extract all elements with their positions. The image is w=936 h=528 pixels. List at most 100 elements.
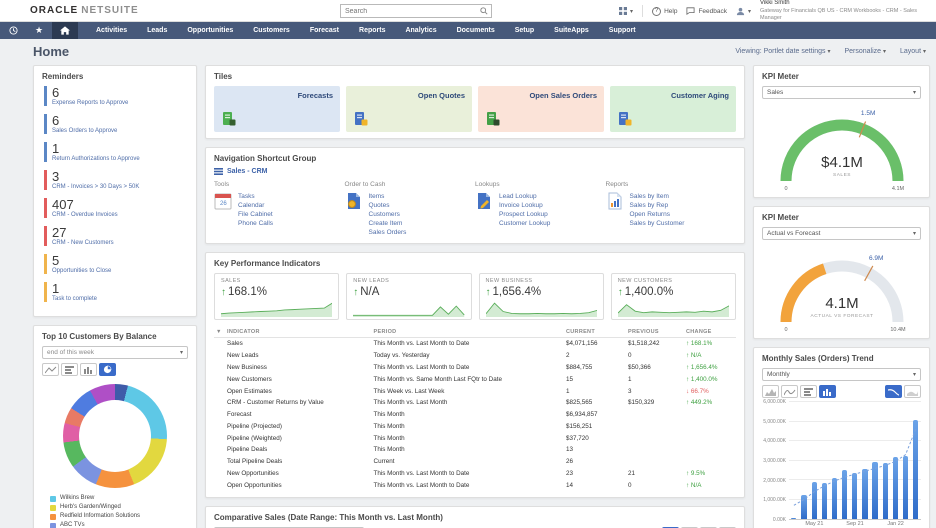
kpi-period-link[interactable]: This Month vs. Last Month to Date	[372, 362, 564, 374]
tile-forecasts[interactable]: Forecasts	[214, 86, 340, 132]
kpi-period-link[interactable]: Current	[372, 456, 564, 468]
nav-item-documents[interactable]: Documents	[447, 27, 505, 34]
tile-open-sales-orders[interactable]: Open Sales Orders	[478, 86, 604, 132]
feedback-button[interactable]: Feedback	[686, 7, 727, 15]
kpi-period-link[interactable]: This Month	[372, 444, 564, 456]
shortcut-link-quotes[interactable]: Quotes	[369, 201, 407, 210]
portlet-date-settings-dropdown[interactable]: Viewing: Portlet date settings ▾	[735, 48, 830, 55]
user-menu-button[interactable]: ▾	[736, 7, 751, 16]
kpi-meter-select[interactable]: Sales▾	[762, 86, 921, 99]
shortcut-link-create-item[interactable]: Create Item	[369, 219, 407, 228]
nav-item-opportunities[interactable]: Opportunities	[177, 27, 243, 34]
shortcut-link-file-cabinet[interactable]: File Cabinet	[238, 210, 273, 219]
chart-type-hbar-button[interactable]	[61, 363, 78, 376]
nav-item-forecast[interactable]: Forecast	[300, 27, 349, 34]
chart-type-pie-button[interactable]	[99, 363, 116, 376]
shortcut-link-prospect-lookup[interactable]: Prospect Lookup	[499, 210, 550, 219]
roles-menu-button[interactable]: ▾	[619, 7, 633, 15]
kpi-card-new-leads[interactable]: NEW LEADS↑N/A	[346, 273, 471, 320]
shortcut-link-invoice-lookup[interactable]: Invoice Lookup	[499, 201, 550, 210]
trend-line-toggle[interactable]	[885, 385, 902, 398]
balance-donut-chart[interactable]	[63, 384, 167, 488]
nav-item-suiteapps[interactable]: SuiteApps	[544, 27, 599, 34]
reminder-item[interactable]: 6Expense Reports to Approve	[44, 86, 188, 106]
search-input[interactable]	[341, 8, 480, 15]
kpi-period-link[interactable]: This Month vs. Same Month Last FQtr to D…	[372, 373, 564, 385]
reminder-item[interactable]: 407CRM - Overdue Invoices	[44, 198, 188, 218]
recent-records-button[interactable]	[0, 22, 26, 39]
home-button[interactable]	[52, 22, 78, 39]
kpi-card-new-business[interactable]: NEW BUSINESS↑1,656.4%	[479, 273, 604, 320]
kpi-meter-select[interactable]: Actual vs Forecast▾	[762, 227, 921, 240]
top10-balance-date-select[interactable]: end of this week▾	[42, 346, 188, 359]
reminder-link[interactable]: Sales Orders to Approve	[52, 128, 188, 134]
kpi-period-link[interactable]: This Week vs. Last Week	[372, 385, 564, 397]
kpi-period-link[interactable]: This Month vs. Last Month to Date	[372, 479, 564, 491]
shortcut-link-sales-by-rep[interactable]: Sales by Rep	[630, 201, 685, 210]
chart-type-vbar-button[interactable]	[80, 363, 97, 376]
reminder-item[interactable]: 3CRM - Invoices > 30 Days > 50K	[44, 170, 188, 190]
kpi-period-link[interactable]: This Month vs. Last Month to Date	[372, 338, 564, 350]
kpi-card-sales[interactable]: SALES↑168.1%	[214, 273, 339, 320]
trend-area-toggle[interactable]	[904, 385, 921, 398]
reminder-link[interactable]: CRM - Invoices > 30 Days > 50K	[52, 184, 188, 190]
nav-item-analytics[interactable]: Analytics	[395, 27, 446, 34]
monthly-period-select[interactable]: Monthly▾	[762, 368, 921, 381]
kpi-period-link[interactable]: This Month vs. Last Month	[372, 397, 564, 409]
kpi-period-link[interactable]: This Month	[372, 420, 564, 432]
reminder-link[interactable]: Expense Reports to Approve	[52, 100, 188, 106]
layout-dropdown[interactable]: Layout ▾	[900, 48, 926, 55]
shortcut-link-sales-orders[interactable]: Sales Orders	[369, 228, 407, 237]
legend-item[interactable]: ABC TVs	[50, 521, 188, 528]
reminder-item[interactable]: 27CRM - New Customers	[44, 226, 188, 246]
nav-item-setup[interactable]: Setup	[505, 27, 544, 34]
legend-item[interactable]: Redfield Information Solutions	[50, 512, 188, 521]
kpi-period-link[interactable]: This Month	[372, 432, 564, 444]
kpi-card-new-customers[interactable]: NEW CUSTOMERS↑1,400.0%	[611, 273, 736, 320]
chart-type-line-button[interactable]	[781, 385, 798, 398]
legend-item[interactable]: Herb's Garden/Winged	[50, 503, 188, 512]
shortcut-link-sales-by-item[interactable]: Sales by Item	[630, 192, 685, 201]
nav-item-activities[interactable]: Activities	[86, 27, 137, 34]
kpi-period-link[interactable]: This Month	[372, 409, 564, 421]
filter-caret-icon[interactable]: ▼	[214, 327, 225, 338]
nav-item-customers[interactable]: Customers	[243, 27, 300, 34]
shortcut-link-items[interactable]: Items	[369, 192, 407, 201]
shortcut-link-open-returns[interactable]: Open Returns	[630, 210, 685, 219]
reminder-link[interactable]: CRM - New Customers	[52, 240, 188, 246]
chart-type-vbar-button[interactable]	[819, 385, 836, 398]
shortcut-link-lead-lookup[interactable]: Lead Lookup	[499, 192, 550, 201]
chart-type-hbar-button[interactable]	[800, 385, 817, 398]
legend-item[interactable]: Wilkins Brew	[50, 494, 188, 503]
nav-item-reports[interactable]: Reports	[349, 27, 395, 34]
tile-customer-aging[interactable]: Customer Aging	[610, 86, 736, 132]
nav-item-leads[interactable]: Leads	[137, 27, 177, 34]
shortcut-link-phone-calls[interactable]: Phone Calls	[238, 219, 273, 228]
user-info[interactable]: Vikki Smith Gateway for Financials QB US…	[760, 0, 930, 21]
chart-type-line-button[interactable]	[42, 363, 59, 376]
shortcut-link-customers[interactable]: Customers	[369, 210, 407, 219]
shortcut-link-calendar[interactable]: Calendar	[238, 201, 273, 210]
reminder-item[interactable]: 1Return Authorizations to Approve	[44, 142, 188, 162]
chart-type-area-button[interactable]	[762, 385, 779, 398]
reminder-item[interactable]: 6Sales Orders to Approve	[44, 114, 188, 134]
reminder-link[interactable]: Opportunities to Close	[52, 268, 188, 274]
tile-open-quotes[interactable]: Open Quotes	[346, 86, 472, 132]
reminder-item[interactable]: 5Opportunities to Close	[44, 254, 188, 274]
search-icon[interactable]	[480, 7, 491, 15]
reminder-link[interactable]: Task to complete	[52, 296, 188, 302]
personalize-dropdown[interactable]: Personalize ▾	[844, 48, 886, 55]
global-search[interactable]	[340, 4, 492, 18]
kpi-period-link[interactable]: This Month vs. Last Month to Date	[372, 468, 564, 480]
shortcut-link-tasks[interactable]: Tasks	[238, 192, 273, 201]
shortcuts-button[interactable]: ★	[26, 22, 52, 39]
nav-item-support[interactable]: Support	[599, 27, 646, 34]
reminder-link[interactable]: Return Authorizations to Approve	[52, 156, 188, 162]
reminder-item[interactable]: 1Task to complete	[44, 282, 188, 302]
shortcut-link-customer-lookup[interactable]: Customer Lookup	[499, 219, 550, 228]
shortcut-group-header[interactable]: Sales - CRM	[214, 168, 736, 175]
help-button[interactable]: ? Help	[652, 7, 677, 16]
reminder-link[interactable]: CRM - Overdue Invoices	[52, 212, 188, 218]
kpi-period-link[interactable]: Today vs. Yesterday	[372, 350, 564, 362]
shortcut-link-sales-by-customer[interactable]: Sales by Customer	[630, 219, 685, 228]
